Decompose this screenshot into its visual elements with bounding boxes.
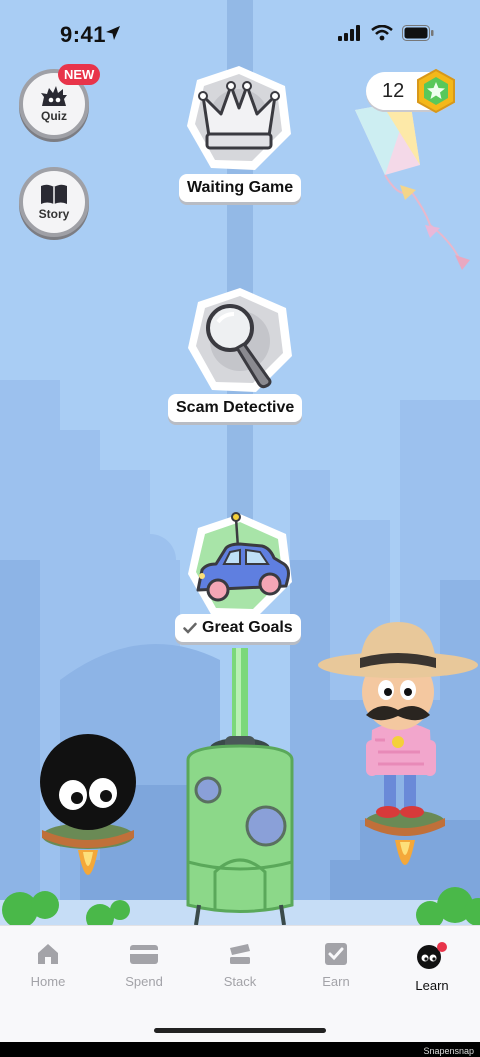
level-label-great-goals: Great Goals xyxy=(175,614,301,642)
spiky-ghost-icon xyxy=(41,86,67,106)
level-title: Great Goals xyxy=(202,619,293,636)
tab-stack[interactable]: Stack xyxy=(210,942,270,989)
level-title: Waiting Game xyxy=(187,179,294,196)
tab-home[interactable]: Home xyxy=(18,942,78,989)
learn-screen: 9:41 Quiz NEW Story 12 Waiting Game Scam… xyxy=(0,0,480,1042)
tab-bar: Home Spend Stack Earn Learn xyxy=(0,925,480,1042)
stack-icon xyxy=(230,944,250,964)
checkbox-icon xyxy=(325,943,347,965)
tab-label: Stack xyxy=(223,974,257,989)
level-great-goals[interactable]: Great Goals xyxy=(172,508,308,648)
status-bar: 9:41 xyxy=(0,0,480,70)
tab-earn[interactable]: Earn xyxy=(306,942,366,989)
home-icon xyxy=(38,944,58,964)
location-arrow-icon xyxy=(106,26,120,40)
coin-icon xyxy=(417,68,455,114)
wifi-icon xyxy=(371,25,393,41)
new-badge: NEW xyxy=(58,64,101,85)
card-icon xyxy=(130,945,158,964)
tab-label: Spend xyxy=(125,974,163,989)
crown-icon xyxy=(187,66,291,170)
tab-label: Learn xyxy=(415,978,449,993)
car-icon xyxy=(188,512,292,618)
signal-icon xyxy=(338,25,360,41)
tab-learn[interactable]: Learn xyxy=(402,942,462,993)
checkmark-icon xyxy=(183,622,197,634)
tab-label: Earn xyxy=(322,974,350,989)
level-title: Scam Detective xyxy=(176,399,295,416)
level-label-waiting-game: Waiting Game xyxy=(179,174,302,202)
tab-label: Home xyxy=(30,974,66,989)
level-label-scam-detective: Scam Detective xyxy=(168,394,303,422)
coin-count: 12 xyxy=(382,80,405,102)
magnifying-glass-icon xyxy=(188,288,292,392)
level-waiting-game[interactable]: Waiting Game xyxy=(178,64,302,204)
coin-counter[interactable]: 12 xyxy=(366,68,455,114)
story-label: Story xyxy=(38,207,70,221)
status-time: 9:41 xyxy=(60,22,107,47)
quiz-label: Quiz xyxy=(41,109,67,123)
battery-icon xyxy=(402,25,434,41)
status-icons xyxy=(338,25,434,41)
blob-character-icon xyxy=(417,942,447,969)
book-icon xyxy=(41,184,67,204)
tab-spend[interactable]: Spend xyxy=(114,942,174,989)
watermark: Snapensnap xyxy=(423,1046,474,1056)
home-indicator[interactable] xyxy=(154,1028,326,1033)
level-scam-detective[interactable]: Scam Detective xyxy=(166,286,314,426)
story-button[interactable]: Story xyxy=(19,167,89,237)
